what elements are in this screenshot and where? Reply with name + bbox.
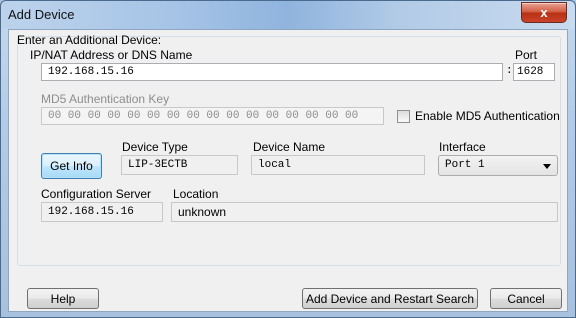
get-info-button[interactable]: Get Info [41,153,102,179]
address-input[interactable]: 192.168.15.16 [41,63,503,81]
enable-md5-label: Enable MD5 Authentication [415,109,560,123]
chevron-down-icon [543,164,551,169]
address-label: IP/NAT Address or DNS Name [30,48,193,62]
device-name-label: Device Name [253,140,326,154]
port-input[interactable]: 1628 [513,63,555,81]
title-bar[interactable]: Add Device x [1,1,575,29]
interface-select[interactable]: Port 1 [438,155,558,176]
location-label: Location [173,187,219,201]
interface-value: Port 1 [445,159,485,171]
add-device-window: Add Device x Enter an Additional Device:… [0,0,576,318]
port-label: Port [515,48,538,62]
interface-label: Interface [439,140,486,154]
enable-md5-checkbox[interactable] [397,110,410,123]
dialog-body: Enter an Additional Device: IP/NAT Addre… [8,29,568,312]
cancel-button[interactable]: Cancel [490,288,562,309]
location-value: unknown [171,202,558,222]
md5-key-label: MD5 Authentication Key [41,92,170,106]
group-label: Enter an Additional Device: [17,33,162,47]
close-icon: x [540,5,548,20]
add-device-restart-button[interactable]: Add Device and Restart Search [302,288,478,309]
device-type-value: LIP-3ECTB [121,155,238,175]
window-title: Add Device [8,7,75,22]
md5-key-input[interactable]: 00 00 00 00 00 00 00 00 00 00 00 00 00 0… [41,107,384,125]
help-button[interactable]: Help [27,288,99,309]
port-separator: : [506,65,513,77]
config-server-value: 192.168.15.16 [41,202,163,222]
device-name-value: local [251,155,425,175]
config-server-label: Configuration Server [41,187,152,201]
device-type-label: Device Type [122,140,188,154]
close-button[interactable]: x [521,2,567,23]
